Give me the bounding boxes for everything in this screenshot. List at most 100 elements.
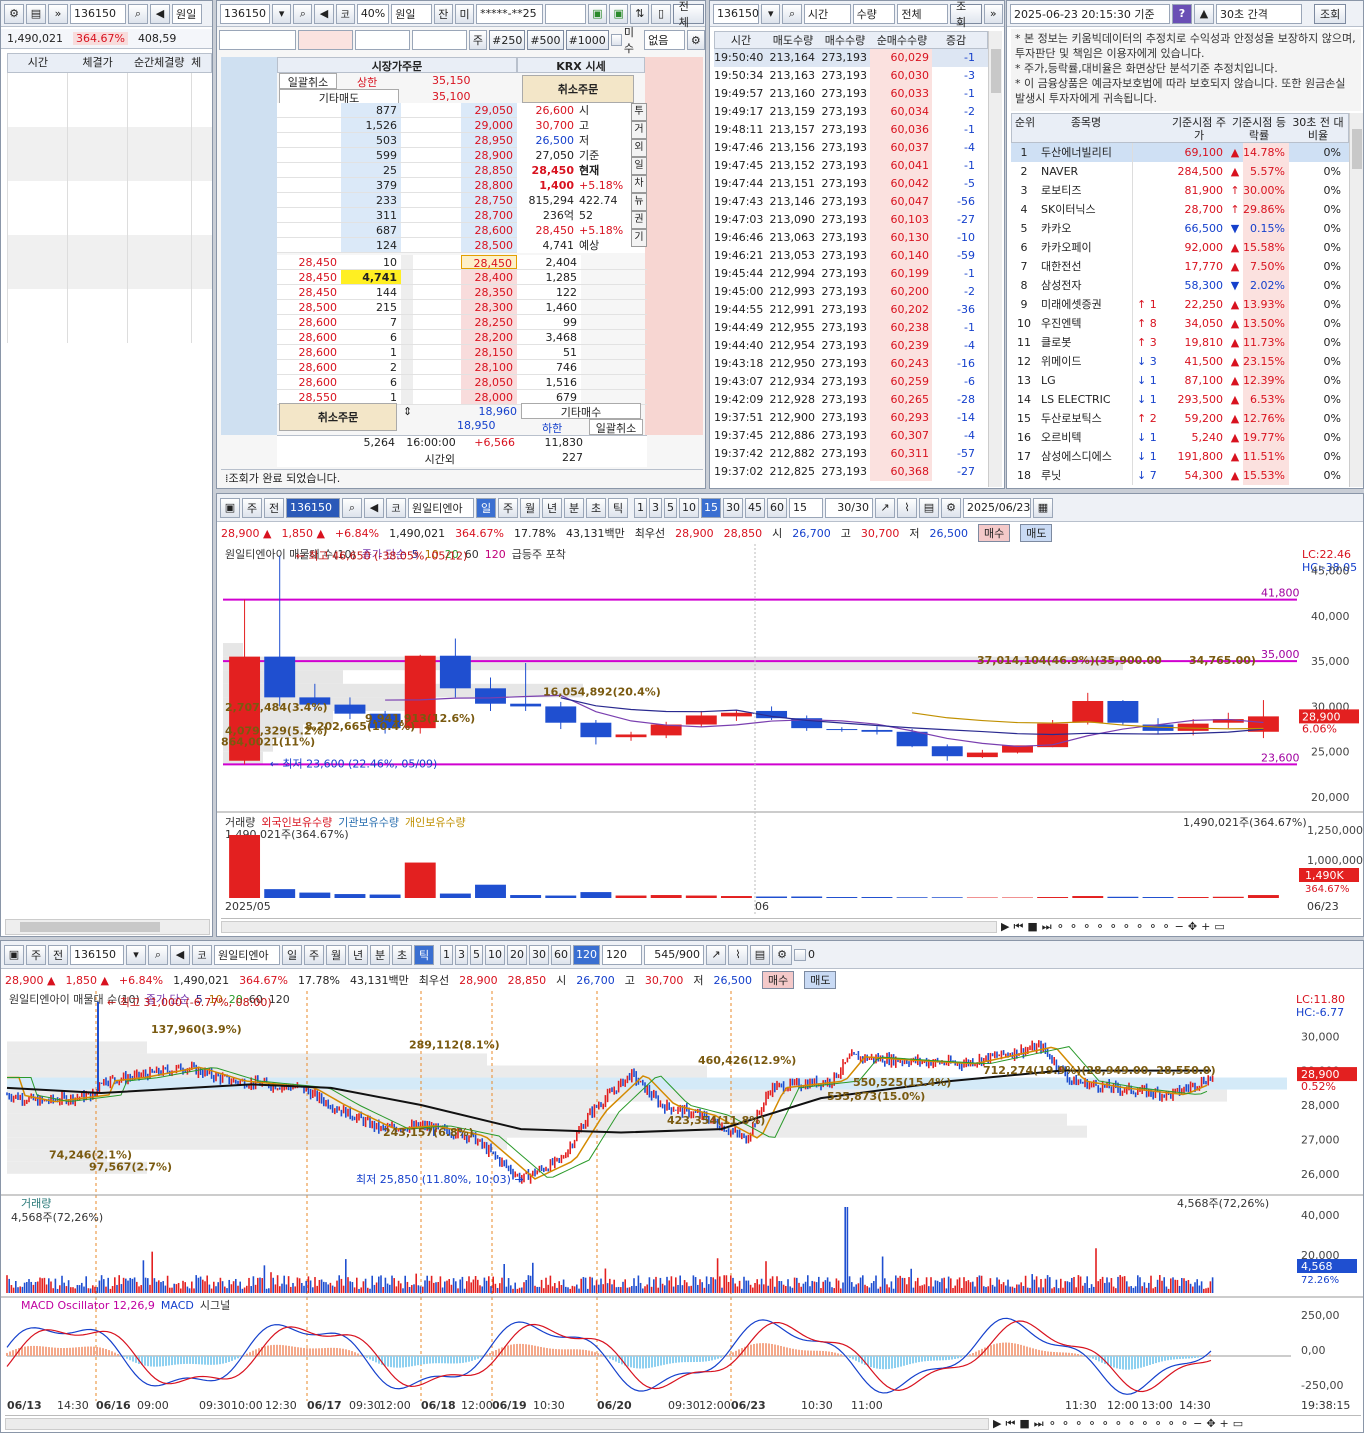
- bid-price[interactable]: 28,200: [461, 330, 517, 344]
- ask-price[interactable]: 28,600: [461, 223, 517, 237]
- pg-vscroll-thumb[interactable]: [991, 49, 1001, 93]
- ob-green-icon[interactable]: ▣: [587, 3, 608, 24]
- rk-vscroll-thumb[interactable]: [1352, 129, 1362, 169]
- ob-none-select[interactable]: 없음: [644, 30, 685, 50]
- ob-cancel-order-top[interactable]: 취소주문: [522, 75, 634, 103]
- period-button[interactable]: 분: [370, 944, 390, 965]
- rk-row[interactable]: 1 두산에너빌리티 69,100 ▲ 14.78% 0%: [1011, 143, 1349, 162]
- c1-nav-zoom-in-icon[interactable]: +: [1201, 920, 1210, 933]
- ob-cancel-order-bottom[interactable]: 취소주문: [279, 403, 397, 431]
- ob-other-buy[interactable]: 기타매수: [521, 403, 641, 419]
- c2-nav-zoom-out-icon[interactable]: −: [1193, 1417, 1202, 1430]
- bid-price[interactable]: 28,350: [461, 285, 517, 299]
- rk-row[interactable]: 6 카카오페이 92,000 ▲ 15.58% 0%: [1011, 238, 1349, 257]
- ob-pending-button[interactable]: 미: [454, 3, 475, 24]
- rk-help-icon[interactable]: ?: [1172, 3, 1192, 24]
- ob-search-icon[interactable]: ⌕: [293, 3, 313, 24]
- period-button[interactable]: 초: [392, 944, 412, 965]
- c2-sel-select[interactable]: 120: [602, 944, 642, 965]
- ob-qty-input[interactable]: [411, 30, 467, 50]
- c1-ju-button[interactable]: 주: [242, 497, 262, 518]
- c2-code-input[interactable]: 136150: [70, 944, 124, 965]
- bid-price[interactable]: 28,300: [461, 300, 517, 314]
- buy-button[interactable]: 매수: [761, 971, 795, 989]
- gear-icon[interactable]: ⚙: [4, 3, 24, 24]
- side-tab[interactable]: 뉴: [631, 193, 647, 211]
- period-button[interactable]: 틱: [608, 497, 628, 518]
- c2-kospi-icon[interactable]: 코: [192, 944, 212, 965]
- rk-up-icon[interactable]: ▲: [1194, 3, 1214, 24]
- side-tab[interactable]: 차: [631, 175, 647, 193]
- period-button[interactable]: 일: [282, 944, 302, 965]
- c1-save-icon[interactable]: ▤: [919, 497, 939, 518]
- c2-nav-k-icon[interactable]: ⚬: [1180, 1417, 1189, 1430]
- c2-nav-fit-icon[interactable]: ▭: [1233, 1417, 1243, 1430]
- interval-button[interactable]: 5: [470, 944, 483, 965]
- c2-nav-i-icon[interactable]: ⚬: [1153, 1417, 1162, 1430]
- c1-date-input[interactable]: 2025/06/23: [963, 497, 1031, 518]
- interval-button[interactable]: 3: [649, 497, 662, 518]
- ob-input-a[interactable]: [219, 30, 296, 50]
- tick-hscroll-thumb[interactable]: [20, 922, 160, 932]
- c1-nav-g-icon[interactable]: ⚬: [1135, 920, 1144, 933]
- c2-settings-icon[interactable]: ⚙: [772, 944, 792, 965]
- rk-row[interactable]: 15 두산로보틱스 ↑ 2 59,200 ▲ 12.76% 0%: [1011, 409, 1349, 428]
- c2-speaker-icon[interactable]: ◀: [170, 944, 190, 965]
- interval-button[interactable]: 5: [664, 497, 677, 518]
- rk-interval-select[interactable]: 30초 간격: [1216, 3, 1302, 24]
- period-button[interactable]: 년: [348, 944, 368, 965]
- pg-dropdown-icon[interactable]: ▾: [761, 3, 781, 24]
- c2-ju-button[interactable]: 주: [26, 944, 46, 965]
- ask-price[interactable]: 28,800: [461, 178, 517, 192]
- ask-price[interactable]: 28,900: [461, 148, 517, 162]
- bid-price[interactable]: 28,400: [461, 270, 517, 284]
- pg-vscroll[interactable]: [988, 31, 1002, 487]
- ob-speaker-icon[interactable]: ◀: [314, 3, 334, 24]
- ob-doc-icon[interactable]: ▯: [651, 3, 671, 24]
- period-button[interactable]: 주: [498, 497, 518, 518]
- rk-query-button[interactable]: 조회: [1314, 3, 1347, 24]
- interval-button[interactable]: 20: [507, 944, 527, 965]
- c1-jeon-button[interactable]: 전: [264, 497, 284, 518]
- rk-row[interactable]: 17 삼성에스디에스 ↓ 1 191,800 ▲ 11.51% 0%: [1011, 447, 1349, 466]
- c2-tool2-icon[interactable]: ⌇: [728, 944, 748, 965]
- interval-button[interactable]: 10: [485, 944, 505, 965]
- ob-misu-checkbox[interactable]: [610, 34, 622, 46]
- period-button[interactable]: 초: [586, 497, 606, 518]
- interval-button[interactable]: 1: [440, 944, 453, 965]
- side-tab[interactable]: 일: [631, 157, 647, 175]
- ob-balance-button[interactable]: 잔: [433, 3, 453, 24]
- c2-nav-e-icon[interactable]: ⚬: [1101, 1417, 1110, 1430]
- c2-check-icon[interactable]: [794, 948, 806, 961]
- side-tab[interactable]: 기: [631, 229, 647, 247]
- side-tab[interactable]: 권: [631, 211, 647, 229]
- ask-price[interactable]: 29,000: [461, 118, 517, 132]
- pg-qty-select[interactable]: 수량: [852, 3, 896, 24]
- pg-expand-icon[interactable]: »: [983, 3, 1003, 24]
- c1-nav-prev-icon[interactable]: ⏮: [1013, 920, 1023, 934]
- interval-button[interactable]: 1: [634, 497, 647, 518]
- side-tab[interactable]: 거: [631, 121, 647, 139]
- side-tab[interactable]: 투: [631, 103, 647, 121]
- ask-price[interactable]: 28,500: [461, 238, 517, 252]
- ask-price[interactable]: 28,950: [461, 133, 517, 147]
- bid-price[interactable]: 28,000: [461, 390, 517, 404]
- ob-settings-icon[interactable]: ⚙: [686, 30, 705, 50]
- rk-row[interactable]: 11 클로봇 ↑ 3 19,810 ▲ 11.73% 0%: [1011, 333, 1349, 352]
- expand-icon[interactable]: »: [48, 3, 68, 24]
- rk-row[interactable]: 18 루닛 ↓ 7 54,300 ▲ 15.53% 0%: [1011, 466, 1349, 485]
- code-input[interactable]: 136150: [70, 3, 126, 24]
- ask-price[interactable]: 28,750: [461, 193, 517, 207]
- interval-button[interactable]: 30: [723, 497, 743, 518]
- bid-price[interactable]: 28,250: [461, 315, 517, 329]
- c2-nav-g-icon[interactable]: ⚬: [1127, 1417, 1136, 1430]
- c2-dropdown-icon[interactable]: ▾: [126, 944, 146, 965]
- c1-nav-e-icon[interactable]: ⚬: [1109, 920, 1118, 933]
- ask-price[interactable]: 29,050: [461, 103, 517, 117]
- rk-row[interactable]: 3 로보티즈 81,900 ↑ 30.00% 0%: [1011, 181, 1349, 200]
- interval-button[interactable]: 45: [745, 497, 765, 518]
- c2-nav-zoom-icon[interactable]: ✥: [1206, 1417, 1215, 1430]
- c2-nav-stop-icon[interactable]: ■: [1019, 1417, 1029, 1430]
- ob-kospi-icon[interactable]: 코: [335, 3, 355, 24]
- pg-query-button[interactable]: 조회: [949, 1, 982, 29]
